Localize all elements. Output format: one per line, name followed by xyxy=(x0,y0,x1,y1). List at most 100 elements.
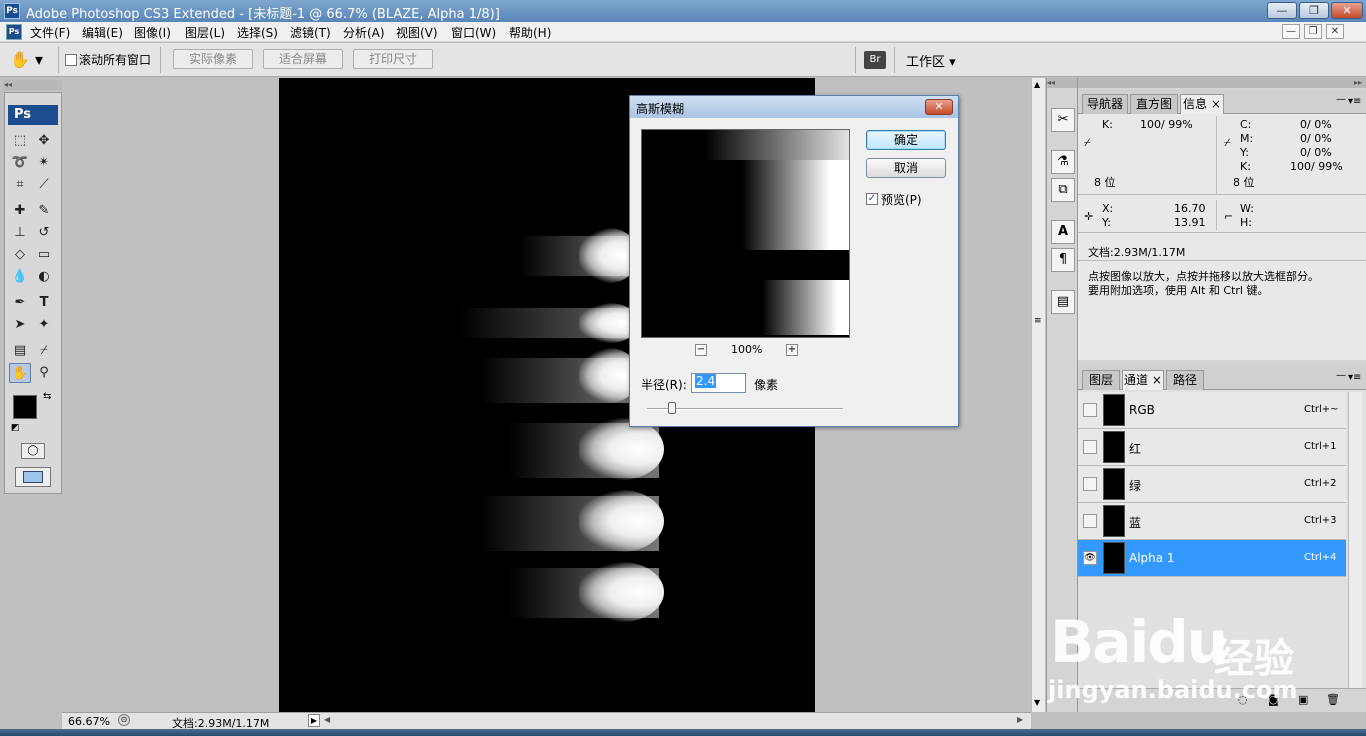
clone-source-icon[interactable]: ⧉ xyxy=(1051,178,1075,202)
new-channel-icon[interactable]: ▣ xyxy=(1298,693,1308,706)
channel-row-blue[interactable]: 蓝 Ctrl+3 xyxy=(1078,503,1346,540)
visibility-toggle[interactable] xyxy=(1083,440,1097,454)
shape-tool-icon[interactable]: ✦ xyxy=(33,315,55,335)
channel-list-scrollbar[interactable] xyxy=(1348,392,1362,688)
scroll-up-icon[interactable]: ▲ xyxy=(1034,80,1040,89)
close-button[interactable]: ✕ xyxy=(1331,2,1363,19)
clone-stamp-tool-icon[interactable]: ⊥ xyxy=(9,223,31,243)
dialog-close-button[interactable]: ✕ xyxy=(925,99,953,115)
toolbox-grip[interactable]: ◂◂ xyxy=(4,80,62,90)
panel-menu-icon[interactable]: ▾≡ xyxy=(1348,372,1361,383)
slice-tool-icon[interactable]: ⟋ xyxy=(33,175,55,195)
path-selection-tool-icon[interactable]: ➤ xyxy=(9,315,31,335)
visibility-toggle[interactable] xyxy=(1083,477,1097,491)
scroll-left-icon[interactable]: ◀ xyxy=(324,715,330,724)
dodge-tool-icon[interactable]: ◐ xyxy=(33,267,55,287)
cancel-button[interactable]: 取消 xyxy=(866,158,946,178)
type-tool-icon[interactable]: T xyxy=(33,293,55,313)
ok-button[interactable]: 确定 xyxy=(866,130,946,150)
dock-grip[interactable]: ◂◂ xyxy=(1047,78,1077,88)
eyedropper-tool-icon[interactable]: ⌿ xyxy=(33,341,55,361)
eye-icon[interactable]: 👁 xyxy=(1083,551,1097,565)
lasso-tool-icon[interactable]: ➰ xyxy=(9,153,31,173)
hand-tool-icon[interactable]: ✋ xyxy=(9,363,31,383)
trash-icon[interactable]: 🗑 xyxy=(1326,693,1340,706)
scroll-all-checkbox[interactable] xyxy=(65,54,77,66)
channel-row-red[interactable]: 红 Ctrl+1 xyxy=(1078,429,1346,466)
menu-file[interactable]: 文件(F) xyxy=(30,24,70,41)
quick-mask-icon[interactable]: ◯ xyxy=(21,443,45,459)
brushes-icon[interactable]: ⚗ xyxy=(1051,150,1075,174)
menu-layer[interactable]: 图层(L) xyxy=(185,24,225,41)
pen-tool-icon[interactable]: ✒ xyxy=(9,293,31,313)
default-colors-icon[interactable]: ◩ xyxy=(11,423,20,433)
tools-preset-icon[interactable]: ✂ xyxy=(1051,108,1075,132)
tab-navigator[interactable]: 导航器 xyxy=(1082,94,1128,114)
history-brush-tool-icon[interactable]: ↺ xyxy=(33,223,55,243)
move-tool-icon[interactable]: ✥ xyxy=(33,131,55,151)
channel-row-rgb[interactable]: RGB Ctrl+~ xyxy=(1078,392,1346,429)
marquee-tool-icon[interactable]: ⬚ xyxy=(9,131,31,151)
channel-row-green[interactable]: 绿 Ctrl+2 xyxy=(1078,466,1346,503)
menu-image[interactable]: 图像(I) xyxy=(134,24,171,41)
doc-minimize-button[interactable]: — xyxy=(1282,24,1300,39)
tab-channels[interactable]: 通道 × xyxy=(1122,370,1164,390)
radius-slider-handle[interactable] xyxy=(668,402,676,414)
scroll-thumb[interactable]: ≡ xyxy=(1034,316,1042,326)
print-size-button[interactable]: 打印尺寸 xyxy=(353,49,433,69)
panel-collapse-icon[interactable]: — xyxy=(1336,370,1346,381)
doc-restore-button[interactable]: ❐ xyxy=(1304,24,1322,39)
blur-tool-icon[interactable]: 💧 xyxy=(9,267,31,287)
zoom-in-button[interactable]: + xyxy=(786,344,798,356)
zoom-out-button[interactable]: − xyxy=(695,344,707,356)
scroll-down-icon[interactable]: ▼ xyxy=(1034,698,1040,707)
maximize-button[interactable]: ❐ xyxy=(1299,2,1329,19)
fit-screen-button[interactable]: 适合屏幕 xyxy=(263,49,343,69)
vertical-scrollbar[interactable]: ▲ ≡ ▼ xyxy=(1031,78,1045,712)
menu-edit[interactable]: 编辑(E) xyxy=(82,24,123,41)
menu-select[interactable]: 选择(S) xyxy=(237,24,278,41)
menu-analysis[interactable]: 分析(A) xyxy=(343,24,385,41)
channel-row-alpha1[interactable]: 👁 Alpha 1 Ctrl+4 xyxy=(1078,540,1346,577)
gradient-tool-icon[interactable]: ▭ xyxy=(33,245,55,265)
foreground-color-swatch[interactable] xyxy=(13,395,37,419)
actions-icon[interactable]: ▤ xyxy=(1051,290,1075,314)
swap-colors-icon[interactable]: ⇆ xyxy=(43,391,51,402)
visibility-toggle[interactable] xyxy=(1083,403,1097,417)
tab-paths[interactable]: 路径 xyxy=(1166,370,1204,390)
screen-mode-icon[interactable] xyxy=(15,467,51,487)
menu-help[interactable]: 帮助(H) xyxy=(509,24,551,41)
hand-tool-preset-icon[interactable]: ✋ ▾ xyxy=(10,50,50,70)
eraser-tool-icon[interactable]: ◇ xyxy=(9,245,31,265)
preview-checkbox[interactable]: ✓ xyxy=(866,193,878,205)
brush-tool-icon[interactable]: ✎ xyxy=(33,201,55,221)
notes-tool-icon[interactable]: ▤ xyxy=(9,341,31,361)
doc-close-button[interactable]: ✕ xyxy=(1326,24,1344,39)
menu-view[interactable]: 视图(V) xyxy=(396,24,438,41)
healing-brush-tool-icon[interactable]: ✚ xyxy=(9,201,31,221)
status-menu-arrow-icon[interactable]: ▶ xyxy=(308,714,320,727)
tab-info[interactable]: 信息 × xyxy=(1180,94,1224,114)
tab-layers[interactable]: 图层 xyxy=(1082,370,1120,390)
paragraph-icon[interactable]: ¶ xyxy=(1051,248,1075,272)
scroll-right-icon[interactable]: ▶ xyxy=(1017,715,1023,724)
minimize-button[interactable]: — xyxy=(1267,2,1297,19)
panel-grip[interactable]: ▸▸ xyxy=(1078,78,1366,88)
character-icon[interactable]: A xyxy=(1051,220,1075,244)
blur-preview[interactable] xyxy=(641,129,850,338)
visibility-toggle[interactable] xyxy=(1083,514,1097,528)
actual-pixels-button[interactable]: 实际像素 xyxy=(173,49,253,69)
tab-histogram[interactable]: 直方图 xyxy=(1130,94,1178,114)
radius-input[interactable]: 2.4 xyxy=(691,373,746,393)
panel-collapse-icon[interactable]: — xyxy=(1336,94,1346,105)
menu-filter[interactable]: 滤镜(T) xyxy=(290,24,331,41)
status-icon[interactable]: ⊙ xyxy=(118,714,130,726)
radius-slider-track[interactable] xyxy=(647,408,843,410)
magic-wand-tool-icon[interactable]: ✴ xyxy=(33,153,55,173)
zoom-readout[interactable]: 66.67% xyxy=(68,715,110,728)
zoom-tool-icon[interactable]: ⚲ xyxy=(33,363,55,383)
crop-tool-icon[interactable]: ⌗ xyxy=(9,175,31,195)
workspace-menu[interactable]: 工作区 ▾ xyxy=(906,51,956,70)
dialog-title-bar[interactable]: 高斯模糊 ✕ xyxy=(630,96,958,118)
panel-menu-icon[interactable]: ▾≡ xyxy=(1348,96,1361,107)
